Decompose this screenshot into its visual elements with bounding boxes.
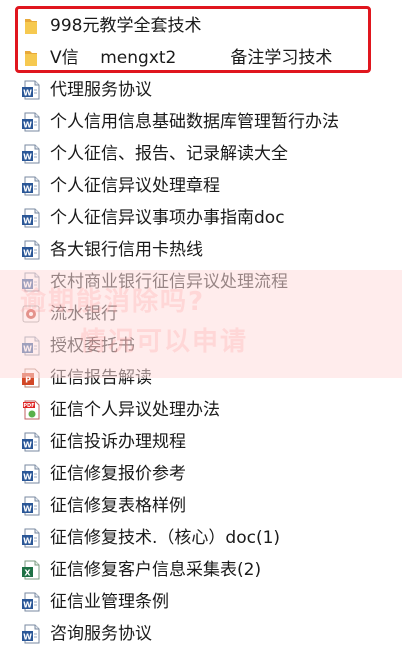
file-name: 征信投诉办理规程 [50, 432, 186, 452]
ppt-icon: P [20, 367, 42, 389]
folder-item[interactable]: 998元教学全套技术 [0, 10, 402, 42]
svg-text:W: W [23, 88, 32, 97]
word-icon: W [20, 207, 42, 229]
file-item[interactable]: W 征信投诉办理规程 [0, 426, 402, 458]
pdf-icon: PDF [20, 399, 42, 421]
file-name: 个人信用信息基础数据库管理暂行办法 [50, 112, 339, 132]
file-item[interactable]: W 授权委托书 [0, 330, 402, 362]
media-icon [20, 303, 42, 325]
file-name: 征信报告解读 [50, 368, 152, 388]
svg-text:X: X [24, 568, 31, 577]
file-item[interactable]: W 代理服务协议 [0, 74, 402, 106]
file-name: V信 mengxt2 备注学习技术 [50, 48, 333, 68]
file-item[interactable]: W 各大银行信用卡热线 [0, 234, 402, 266]
file-item[interactable]: X 征信修复客户信息采集表(2) [0, 554, 402, 586]
file-name: 征信修复表格样例 [50, 496, 186, 516]
file-item[interactable]: W 征信修复报价参考 [0, 458, 402, 490]
file-name: 代理服务协议 [50, 80, 152, 100]
svg-text:W: W [23, 184, 32, 193]
folder-icon [20, 15, 42, 37]
folder-icon [20, 47, 42, 69]
svg-text:W: W [23, 216, 32, 225]
file-item[interactable]: P 征信报告解读 [0, 362, 402, 394]
svg-text:W: W [23, 536, 32, 545]
word-icon: W [20, 143, 42, 165]
word-icon: W [20, 495, 42, 517]
folder-item[interactable]: V信 mengxt2 备注学习技术 [0, 42, 402, 74]
svg-text:W: W [23, 248, 32, 257]
word-icon: W [20, 463, 42, 485]
file-name: 征信修复技术.（核心）doc(1) [50, 528, 281, 548]
file-name: 各大银行信用卡热线 [50, 240, 203, 260]
file-item[interactable]: 流水银行 [0, 298, 402, 330]
word-icon: W [20, 527, 42, 549]
file-item[interactable]: W 征信修复表格样例 [0, 490, 402, 522]
file-item[interactable]: W 个人信用信息基础数据库管理暂行办法 [0, 106, 402, 138]
svg-text:W: W [23, 472, 32, 481]
svg-text:W: W [23, 440, 32, 449]
svg-text:W: W [23, 152, 32, 161]
word-icon: W [20, 79, 42, 101]
svg-text:W: W [23, 344, 32, 353]
word-icon: W [20, 335, 42, 357]
word-icon: W [20, 271, 42, 293]
file-name: 征信修复报价参考 [50, 464, 186, 484]
svg-text:W: W [23, 504, 32, 513]
svg-text:W: W [23, 280, 32, 289]
file-item[interactable]: W 个人征信、报告、记录解读大全 [0, 138, 402, 170]
file-name: 征信个人异议处理办法 [50, 400, 220, 420]
file-name: 个人征信异议处理章程 [50, 176, 220, 196]
file-item[interactable]: W 征信修复技术.（核心）doc(1) [0, 522, 402, 554]
file-item[interactable]: W 征信业管理条例 [0, 586, 402, 618]
file-name: 咨询服务协议 [50, 624, 152, 644]
svg-text:W: W [23, 120, 32, 129]
file-item[interactable]: PDF 征信个人异议处理办法 [0, 394, 402, 426]
word-icon: W [20, 623, 42, 645]
file-name: 998元教学全套技术 [50, 16, 202, 36]
file-name: 农村商业银行征信异议处理流程 [50, 272, 288, 292]
excel-icon: X [20, 559, 42, 581]
file-name: 授权委托书 [50, 336, 135, 356]
file-item[interactable]: W 咨询服务协议 [0, 618, 402, 650]
file-name: 个人征信异议事项办事指南doc [50, 208, 285, 228]
file-item[interactable]: W 农村商业银行征信异议处理流程 [0, 266, 402, 298]
svg-text:W: W [23, 600, 32, 609]
word-icon: W [20, 591, 42, 613]
word-icon: W [20, 175, 42, 197]
file-name: 征信业管理条例 [50, 592, 169, 612]
file-item[interactable]: W 个人征信异议事项办事指南doc [0, 202, 402, 234]
file-name: 个人征信、报告、记录解读大全 [50, 144, 288, 164]
word-icon: W [20, 431, 42, 453]
svg-text:PDF: PDF [23, 403, 34, 409]
file-name: 征信修复客户信息采集表(2) [50, 560, 262, 580]
svg-text:P: P [25, 376, 31, 385]
file-name: 流水银行 [50, 304, 118, 324]
word-icon: W [20, 111, 42, 133]
file-item[interactable]: W 个人征信异议处理章程 [0, 170, 402, 202]
svg-text:W: W [23, 632, 32, 641]
word-icon: W [20, 239, 42, 261]
